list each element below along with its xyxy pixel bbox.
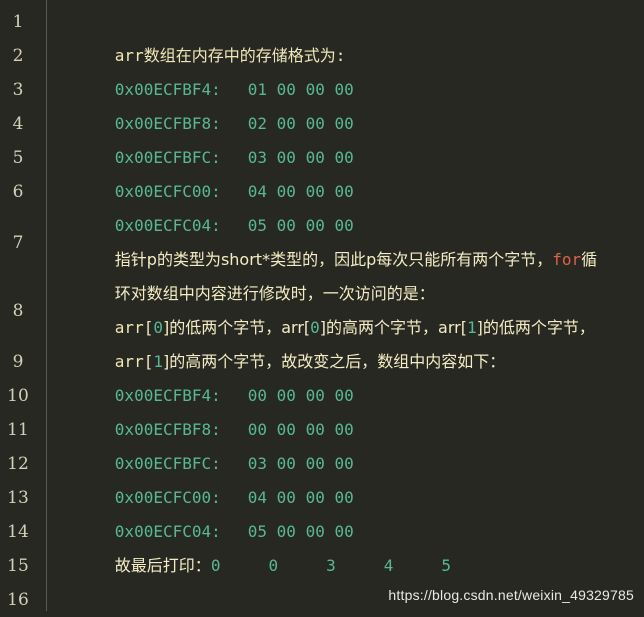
printed-value: 5 <box>441 556 452 575</box>
printed-value: 4 <box>383 556 394 575</box>
printed-value: 0 <box>268 556 279 575</box>
line-number: 8 <box>12 301 24 321</box>
line-number: 16 <box>7 590 29 610</box>
line-number: 15 <box>7 556 29 576</box>
line-number: 14 <box>7 522 29 542</box>
line-number: 7 <box>12 233 24 253</box>
line-number: 10 <box>7 386 29 406</box>
line-number: 1 <box>12 12 24 32</box>
line-number: 9 <box>12 352 24 372</box>
line-number: 4 <box>12 114 24 134</box>
printed-value: 0 <box>210 556 221 575</box>
line-number: 6 <box>12 182 24 202</box>
line-number: 5 <box>12 148 24 168</box>
line-number: 11 <box>7 420 29 440</box>
printed-value: 3 <box>326 556 336 575</box>
code-text-span: 循 <box>581 250 598 269</box>
code-line[interactable]: 8 arr[0]的低两个字节，arr[0]的高两个字节，arr[1]的低两个字节… <box>0 277 644 371</box>
line-number: 2 <box>12 46 24 66</box>
code-line[interactable]: 7 指针p的类型为short*类型的，因此p每次只能所有两个字节，for循 环对… <box>0 209 644 303</box>
watermark-url: https://blog.csdn.net/weixin_49329785 <box>388 587 634 603</box>
code-text-span: 故最后打印： <box>114 556 211 575</box>
line-number: 3 <box>12 80 24 100</box>
keyword-for: for <box>552 250 582 269</box>
line-number: 13 <box>7 488 29 508</box>
code-editor[interactable]: 1 arr数组在内存中的存储格式为: 2 0x00ECFBF4: 01 00 00… <box>0 0 644 611</box>
line-number: 12 <box>7 454 29 474</box>
